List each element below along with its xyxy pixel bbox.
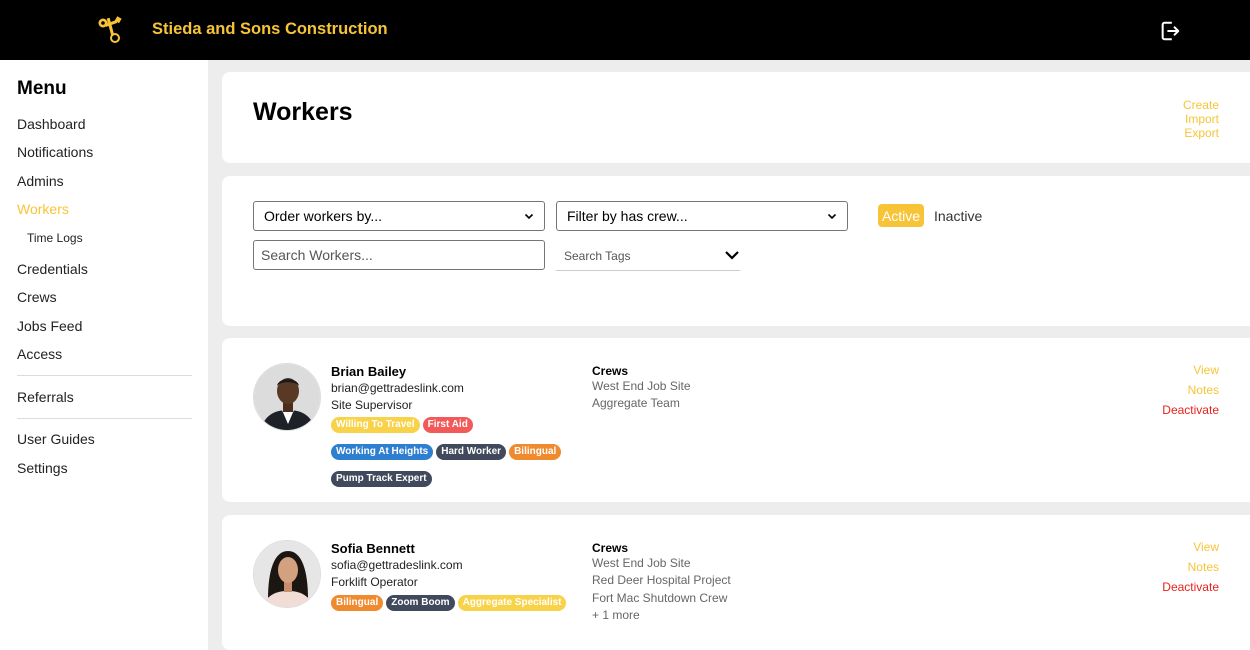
tag: Hard Worker	[436, 444, 507, 460]
worker-role: Site Supervisor	[331, 398, 413, 412]
worker-name[interactable]: Brian Bailey	[331, 364, 406, 379]
crew-item: Red Deer Hospital Project	[592, 573, 731, 587]
menu-title: Menu	[17, 78, 67, 99]
tag: Aggregate Specialist	[457, 595, 567, 611]
worker-name[interactable]: Sofia Bennett	[331, 541, 415, 556]
tag: Bilingual	[509, 444, 562, 460]
order-workers-value: Order workers by...	[264, 208, 382, 224]
worker-role: Forklift Operator	[331, 575, 418, 589]
crew-item: West End Job Site	[592, 556, 691, 570]
wrench-link-icon	[98, 16, 122, 43]
worker-actions: View Notes Deactivate	[1162, 537, 1219, 597]
view-link[interactable]: View	[1162, 360, 1219, 380]
tag: Willing To Travel	[331, 417, 420, 433]
worker-email: sofia@gettradeslink.com	[331, 558, 463, 572]
sidebar-item-time-logs[interactable]: Time Logs	[27, 231, 83, 245]
sidebar-divider	[17, 418, 192, 419]
sidebar-item-admins[interactable]: Admins	[17, 173, 64, 189]
logout-icon[interactable]	[1159, 20, 1181, 42]
chevron-down-icon	[725, 251, 739, 260]
sidebar-item-access[interactable]: Access	[17, 346, 62, 362]
worker-card: Sofia Bennett sofia@gettradeslink.com Fo…	[222, 515, 1250, 650]
sidebar-item-referrals[interactable]: Referrals	[17, 389, 74, 405]
crew-item: Aggregate Team	[592, 396, 680, 410]
tag: First Aid	[422, 417, 473, 433]
tag: Bilingual	[331, 595, 384, 611]
deactivate-link[interactable]: Deactivate	[1162, 577, 1219, 597]
crew-item: Fort Mac Shutdown Crew	[592, 591, 728, 605]
search-tags-label: Search Tags	[564, 249, 631, 263]
tag: Working At Heights	[331, 444, 434, 460]
tag: Zoom Boom	[386, 595, 455, 611]
order-workers-select[interactable]: Order workers by...	[253, 201, 545, 231]
worker-card: Brian Bailey brian@gettradeslink.com Sit…	[222, 338, 1250, 502]
sidebar-item-user-guides[interactable]: User Guides	[17, 431, 95, 447]
worker-tags: Willing To Travel First Aid Working At He…	[331, 414, 581, 495]
chevron-down-icon	[524, 213, 534, 220]
sidebar-item-workers[interactable]: Workers	[17, 201, 69, 217]
deactivate-link[interactable]: Deactivate	[1162, 400, 1219, 420]
crews-heading: Crews	[592, 364, 629, 378]
sidebar-item-jobs-feed[interactable]: Jobs Feed	[17, 318, 82, 334]
header-card: Workers Create Import Export	[222, 72, 1250, 163]
search-workers-input[interactable]	[253, 240, 545, 270]
import-link[interactable]: Import	[1183, 112, 1219, 126]
sidebar-item-crews[interactable]: Crews	[17, 289, 57, 305]
filter-card: Order workers by... Filter by has crew..…	[222, 176, 1250, 326]
sidebar-item-settings[interactable]: Settings	[17, 460, 68, 476]
page-title: Workers	[253, 98, 353, 126]
crews-heading: Crews	[592, 541, 629, 555]
crew-filter-value: Filter by has crew...	[567, 208, 688, 224]
sidebar-divider	[17, 375, 192, 376]
inactive-toggle[interactable]: Inactive	[934, 208, 982, 224]
notes-link[interactable]: Notes	[1162, 557, 1219, 577]
header-actions: Create Import Export	[1183, 98, 1219, 140]
sidebar-item-credentials[interactable]: Credentials	[17, 261, 88, 277]
tag: Pump Track Expert	[331, 471, 432, 487]
crew-item: West End Job Site	[592, 379, 691, 393]
export-link[interactable]: Export	[1183, 126, 1219, 140]
sidebar-item-notifications[interactable]: Notifications	[17, 144, 93, 160]
avatar	[253, 363, 321, 431]
sidebar: Menu Dashboard Notifications Admins Work…	[0, 60, 208, 650]
app-title: Stieda and Sons Construction	[152, 20, 388, 38]
crew-more[interactable]: + 1 more	[592, 608, 640, 622]
top-bar: Stieda and Sons Construction	[0, 0, 1250, 60]
active-toggle[interactable]: Active	[878, 204, 924, 227]
worker-actions: View Notes Deactivate	[1162, 360, 1219, 420]
view-link[interactable]: View	[1162, 537, 1219, 557]
search-tags-select[interactable]: Search Tags	[556, 240, 740, 271]
crew-filter-select[interactable]: Filter by has crew...	[556, 201, 848, 231]
sidebar-item-dashboard[interactable]: Dashboard	[17, 116, 86, 132]
chevron-down-icon	[827, 213, 837, 220]
notes-link[interactable]: Notes	[1162, 380, 1219, 400]
create-link[interactable]: Create	[1183, 98, 1219, 112]
worker-tags: Bilingual Zoom Boom Aggregate Specialist	[331, 592, 591, 619]
avatar	[253, 540, 321, 608]
worker-email: brian@gettradeslink.com	[331, 381, 464, 395]
